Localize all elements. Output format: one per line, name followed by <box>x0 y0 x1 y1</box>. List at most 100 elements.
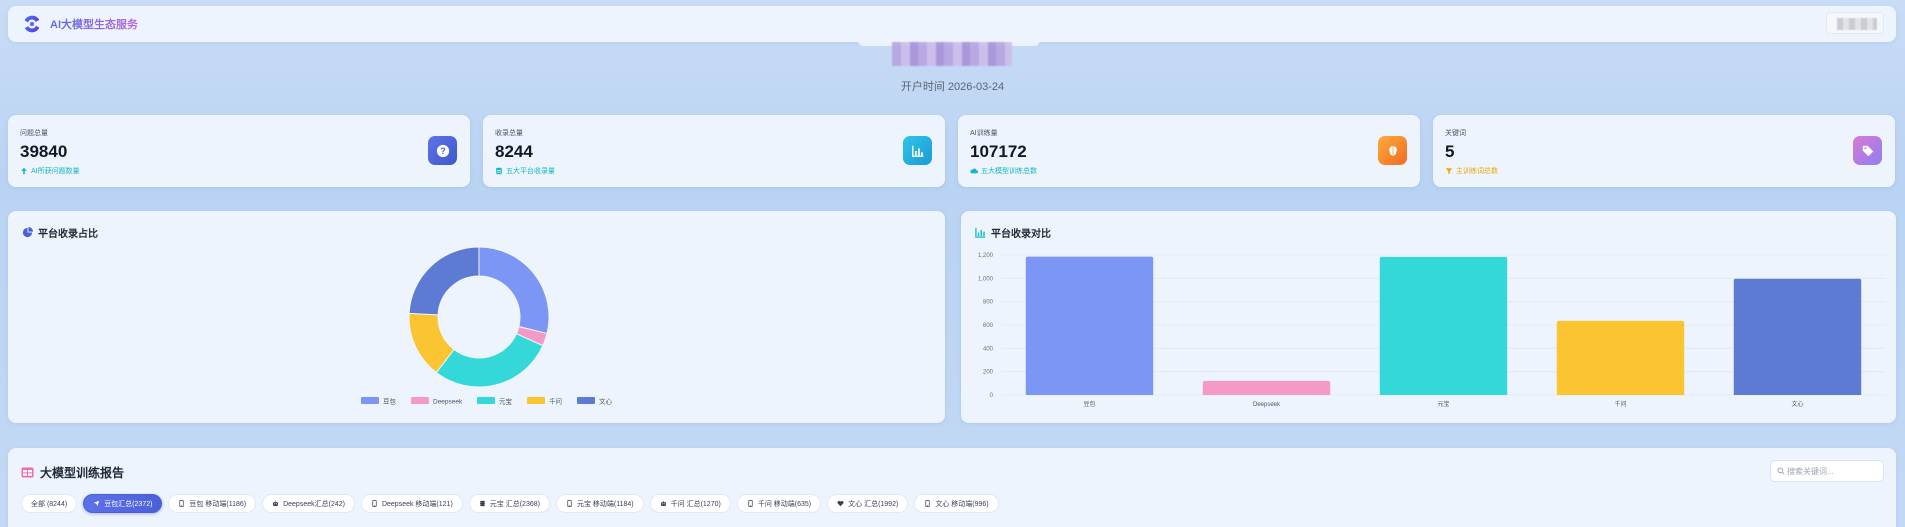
brain-icon <box>1378 136 1407 165</box>
pie-slice-文心[interactable] <box>408 246 480 316</box>
report-tab[interactable]: 元宝 汇总(2368) <box>468 494 550 513</box>
x-tick-label: 元宝 <box>1437 400 1449 408</box>
svg-text:?: ? <box>440 146 445 156</box>
pie-slice-元宝[interactable] <box>435 333 544 388</box>
phone-icon <box>567 500 572 507</box>
app-title: AI大模型生态服务 <box>50 16 138 32</box>
stat-label: 问题总量 <box>20 130 48 137</box>
report-tab-label: 千问 汇总(1270) <box>670 500 721 508</box>
table-icon <box>21 467 34 478</box>
legend-item[interactable]: 豆包 <box>361 397 397 406</box>
x-tick-label: Deepseek <box>1253 402 1281 408</box>
cloud-icon <box>970 168 978 174</box>
bar-元宝[interactable] <box>1379 256 1508 395</box>
stat-sub-text: AI所获问题数量 <box>31 168 80 175</box>
report-tab-label: 元宝 汇总(2368) <box>489 500 540 508</box>
stat-sub: 主训练词总数 <box>1445 166 1498 176</box>
arrow-up-icon <box>21 167 27 175</box>
stat-sub-text: 五大模型训练总数 <box>981 168 1037 175</box>
report-tab[interactable]: 全部 (8244) <box>21 494 78 513</box>
report-tab[interactable]: 文心 汇总(1992) <box>827 494 909 513</box>
stat-card-training: AI训练量 107172 五大模型训练总数 <box>958 115 1420 187</box>
legend-label: 元宝 <box>499 397 513 406</box>
stat-label: AI训练量 <box>970 130 998 137</box>
y-tick-label: 1,000 <box>978 276 994 282</box>
x-tick-label: 豆包 <box>1083 400 1095 408</box>
stat-sub: 五大模型训练总数 <box>970 166 1037 176</box>
report-tab[interactable]: 豆包 移动端(1186) <box>168 494 257 513</box>
user-avatar <box>1837 18 1877 30</box>
y-tick-label: 800 <box>983 300 994 306</box>
heart-icon <box>837 500 844 507</box>
training-report-section: 大模型训练报告 全部 (8244) 豆包汇总(2372) 豆包 移动端(1186) D… <box>8 448 1896 527</box>
top-header: AI大模型生态服务 <box>8 6 1896 42</box>
search-box[interactable] <box>1770 460 1884 482</box>
stat-card-indexed: 收录总量 8244 五大平台收录量 <box>483 115 945 187</box>
report-tab[interactable]: 文心 移动端(996) <box>914 494 999 513</box>
report-tab[interactable]: Deepseek 移动端(121) <box>360 494 463 513</box>
y-tick-label: 400 <box>983 346 994 352</box>
phone-icon <box>372 500 377 507</box>
report-tab-label: 豆包汇总(2372) <box>104 500 153 508</box>
legend-swatch <box>361 397 379 404</box>
report-tab[interactable]: 元宝 移动端(1184) <box>555 494 644 513</box>
report-tab[interactable]: 豆包汇总(2372) <box>83 494 163 513</box>
report-tab-label: 元宝 移动端(1184) <box>576 500 634 508</box>
account-name <box>892 42 1012 66</box>
open-time: 开户时间 2026-03-24 <box>900 81 1005 93</box>
stat-sub-text: 五大平台收录量 <box>506 168 555 175</box>
y-tick-label: 200 <box>983 370 994 376</box>
search-icon <box>1777 467 1785 475</box>
legend-item[interactable]: Deepseek <box>411 397 463 406</box>
legend-item[interactable]: 千问 <box>527 397 562 406</box>
legend-swatch <box>577 397 595 404</box>
question-icon: ? <box>428 136 457 165</box>
legend-label: 豆包 <box>383 397 397 406</box>
y-tick-label: 0 <box>990 393 994 399</box>
filter-icon <box>1445 168 1453 175</box>
report-tab-label: 全部 (8244) <box>31 500 68 508</box>
legend-item[interactable]: 文心 <box>577 397 613 406</box>
x-tick-label: 千问 <box>1614 400 1626 408</box>
y-tick-label: 600 <box>983 323 994 329</box>
coins-icon <box>479 500 485 507</box>
pie-chart: 豆包 Deepseek 元宝 千问 文心 <box>361 246 613 406</box>
bar-Deepseek[interactable] <box>1202 380 1331 395</box>
stat-value: 107172 <box>970 142 1027 161</box>
bar-chart: 0 200 400 600 800 1,000 1,200 豆包 Deepseek 元宝 千问 文心 <box>978 253 1886 408</box>
report-title-text: 大模型训练报告 <box>40 466 125 480</box>
stat-label: 关键词 <box>1445 130 1466 137</box>
legend-swatch <box>527 397 545 404</box>
bar-千问[interactable] <box>1556 320 1685 395</box>
legend-label: Deepseek <box>433 399 463 406</box>
bar-chart-panel: 平台收录对比 0 200 400 600 800 1,000 1,200 豆包 Deepseek… <box>961 211 1896 423</box>
user-menu[interactable] <box>1826 12 1884 34</box>
report-tab[interactable]: 千问 移动端(635) <box>736 494 822 513</box>
bar-文心[interactable] <box>1733 278 1862 395</box>
pie-slice-豆包[interactable] <box>478 246 550 335</box>
pie-chart-panel: 平台收录占比 豆包 Deepseek 元宝 千问 文心 <box>8 211 945 423</box>
search-input[interactable] <box>1787 466 1877 476</box>
stat-card-keywords: 关键词 5 主训练词总数 <box>1433 115 1895 187</box>
robot-icon <box>660 500 666 506</box>
stat-label: 收录总量 <box>495 130 523 137</box>
phone-icon <box>925 500 930 507</box>
stat-value: 39840 <box>20 142 68 161</box>
tag-icon <box>1853 136 1882 165</box>
phone-icon <box>748 500 753 507</box>
legend-swatch <box>411 397 429 404</box>
bar-chart-icon <box>903 136 932 165</box>
bar-豆包[interactable] <box>1025 256 1154 395</box>
stat-sub-text: 主训练词总数 <box>1456 168 1498 175</box>
x-tick-label: 文心 <box>1791 400 1803 408</box>
legend-item[interactable]: 元宝 <box>477 397 513 406</box>
report-title: 大模型训练报告 <box>21 464 124 481</box>
y-tick-label: 1,200 <box>978 253 994 259</box>
logo-icon <box>24 15 40 33</box>
report-tab-label: 豆包 移动端(1186) <box>189 500 247 508</box>
report-tab[interactable]: Deepseek汇总(242) <box>262 494 355 513</box>
report-tab[interactable]: 千问 汇总(1270) <box>649 494 731 513</box>
phone-icon <box>179 500 185 507</box>
brand[interactable]: AI大模型生态服务 <box>22 14 138 34</box>
robot-icon <box>273 500 279 506</box>
